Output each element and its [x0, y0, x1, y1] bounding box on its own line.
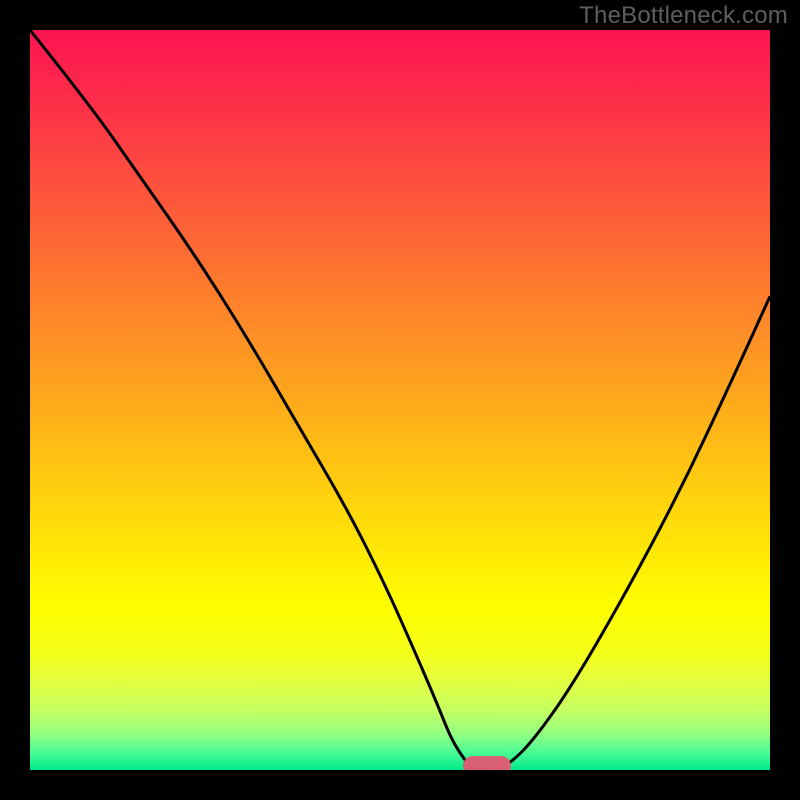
plot-area: [30, 30, 770, 770]
gradient-background: [30, 30, 770, 770]
watermark-text: TheBottleneck.com: [579, 2, 788, 30]
plot-svg: [30, 30, 770, 770]
optimal-marker: [463, 756, 511, 770]
chart-frame: TheBottleneck.com: [0, 0, 800, 800]
